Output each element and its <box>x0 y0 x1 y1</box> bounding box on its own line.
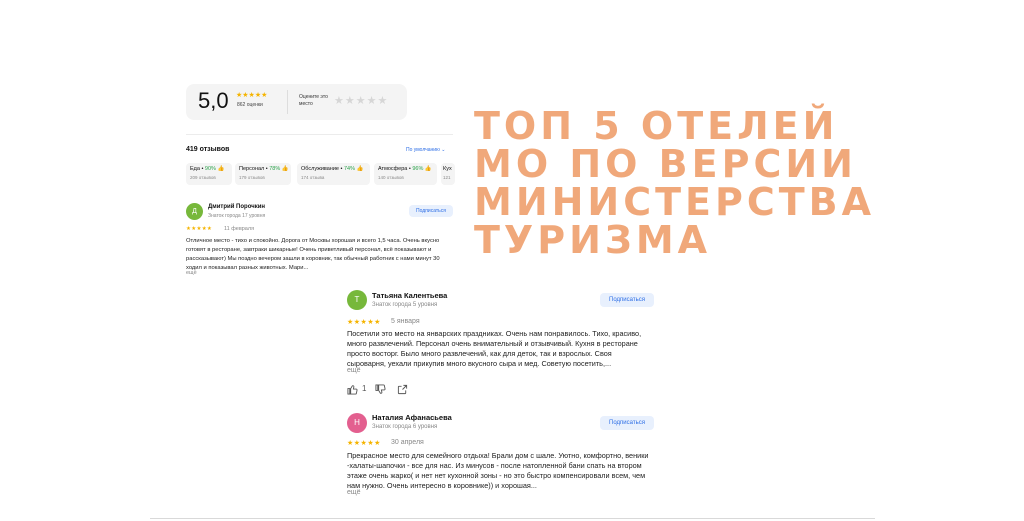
category-chip-staff[interactable]: Персонал • 78% 👍 179 отзывов <box>235 163 291 185</box>
show-more-link[interactable]: ещё <box>347 367 361 374</box>
chip-count: 209 отзывов <box>190 175 216 180</box>
review-date: 5 января <box>391 318 420 325</box>
review-text: Прекрасное место для семейного отдыха! Б… <box>347 451 649 490</box>
chip-percent: 74% <box>343 166 355 172</box>
like-count: 1 <box>362 384 367 393</box>
chip-name: Кух <box>443 166 452 172</box>
reviews-count: 419 отзывов <box>186 146 230 153</box>
rating-score: 5,0 <box>198 88 229 113</box>
thumb-down-icon[interactable] <box>375 384 386 395</box>
show-more-link[interactable]: ещё <box>186 270 197 276</box>
chip-percent: 78% <box>269 166 281 172</box>
subscribe-button[interactable]: Подписаться <box>600 293 654 307</box>
author-name[interactable]: Наталия Афанасьева <box>372 413 452 422</box>
thumb-up-icon: 👍 <box>281 166 289 172</box>
headline: ТОП 5 ОТЕЛЕЙ МО ПО ВЕРСИИ МИНИСТЕРСТВА Т… <box>474 107 1014 259</box>
author-name[interactable]: Татьяна Калентьева <box>372 291 447 300</box>
share-icon[interactable] <box>397 384 408 395</box>
headline-line: ТОП 5 ОТЕЛЕЙ <box>474 104 839 148</box>
avatar[interactable]: Д <box>186 203 203 220</box>
subscribe-button[interactable]: Подписаться <box>409 205 453 217</box>
chip-name: Персонал <box>239 166 265 172</box>
author-level: Знаток города 6 уровня <box>372 424 438 430</box>
author-name[interactable]: Дмитрий Порочкин <box>208 204 265 210</box>
divider <box>186 134 453 135</box>
show-more-link[interactable]: ещё <box>347 489 361 496</box>
chip-percent: 90% <box>204 166 216 172</box>
headline-line: ТУРИЗМА <box>474 218 712 262</box>
chip-percent: 96% <box>412 166 424 172</box>
review-text: Посетили это место на январских праздник… <box>347 329 642 368</box>
headline-line: МО ПО ВЕРСИИ <box>474 142 857 186</box>
rate-stars-input[interactable]: ★★★★★ <box>334 94 388 107</box>
review-stars: ★★★★★ <box>186 226 213 232</box>
avatar[interactable]: Н <box>347 413 367 433</box>
chip-count: 121 <box>443 175 451 180</box>
review-date: 30 апреля <box>391 439 424 446</box>
author-level: Знаток города 17 уровня <box>208 213 266 219</box>
chip-name: Еда <box>190 166 200 172</box>
thumb-up-icon: 👍 <box>217 166 225 172</box>
review-stars: ★★★★★ <box>347 319 381 326</box>
author-level: Знаток города 5 уровня <box>372 302 438 308</box>
headline-line: МИНИСТЕРСТВА <box>474 180 876 224</box>
rating-stars: ★★★★★ <box>236 92 268 99</box>
chip-count: 174 отзыва <box>301 175 325 180</box>
review-date: 11 февраля <box>224 226 255 232</box>
chip-count: 179 отзывов <box>239 175 265 180</box>
chip-count: 140 отзывов <box>378 175 404 180</box>
category-chip-cuisine[interactable]: Кух 121 <box>441 163 455 185</box>
category-chip-food[interactable]: Еда • 90% 👍 209 отзывов <box>186 163 232 185</box>
category-chip-service[interactable]: Обслуживание • 74% 👍 174 отзыва <box>297 163 370 185</box>
chip-name: Атмосфера <box>378 166 408 172</box>
subscribe-button[interactable]: Подписаться <box>600 416 654 430</box>
rate-prompt: Оцените это место <box>299 94 328 107</box>
review-text: Отличное место - тихо и спокойно. Дорога… <box>186 238 440 271</box>
review-stars: ★★★★★ <box>347 440 381 447</box>
rating-summary: 5,0 ★★★★★ 862 оценки Оцените это место ★… <box>186 84 407 120</box>
avatar[interactable]: Т <box>347 290 367 310</box>
rating-count: 862 оценки <box>237 102 263 108</box>
thumb-up-icon: 👍 <box>356 166 364 172</box>
thumb-up-icon[interactable] <box>347 384 358 395</box>
divider <box>150 518 875 519</box>
chip-name: Обслуживание <box>301 166 339 172</box>
category-chip-atmosphere[interactable]: Атмосфера • 96% 👍 140 отзывов <box>374 163 437 185</box>
divider <box>287 90 288 114</box>
sort-dropdown[interactable]: По умолчанию ⌄ <box>406 147 445 153</box>
thumb-up-icon: 👍 <box>424 166 432 172</box>
